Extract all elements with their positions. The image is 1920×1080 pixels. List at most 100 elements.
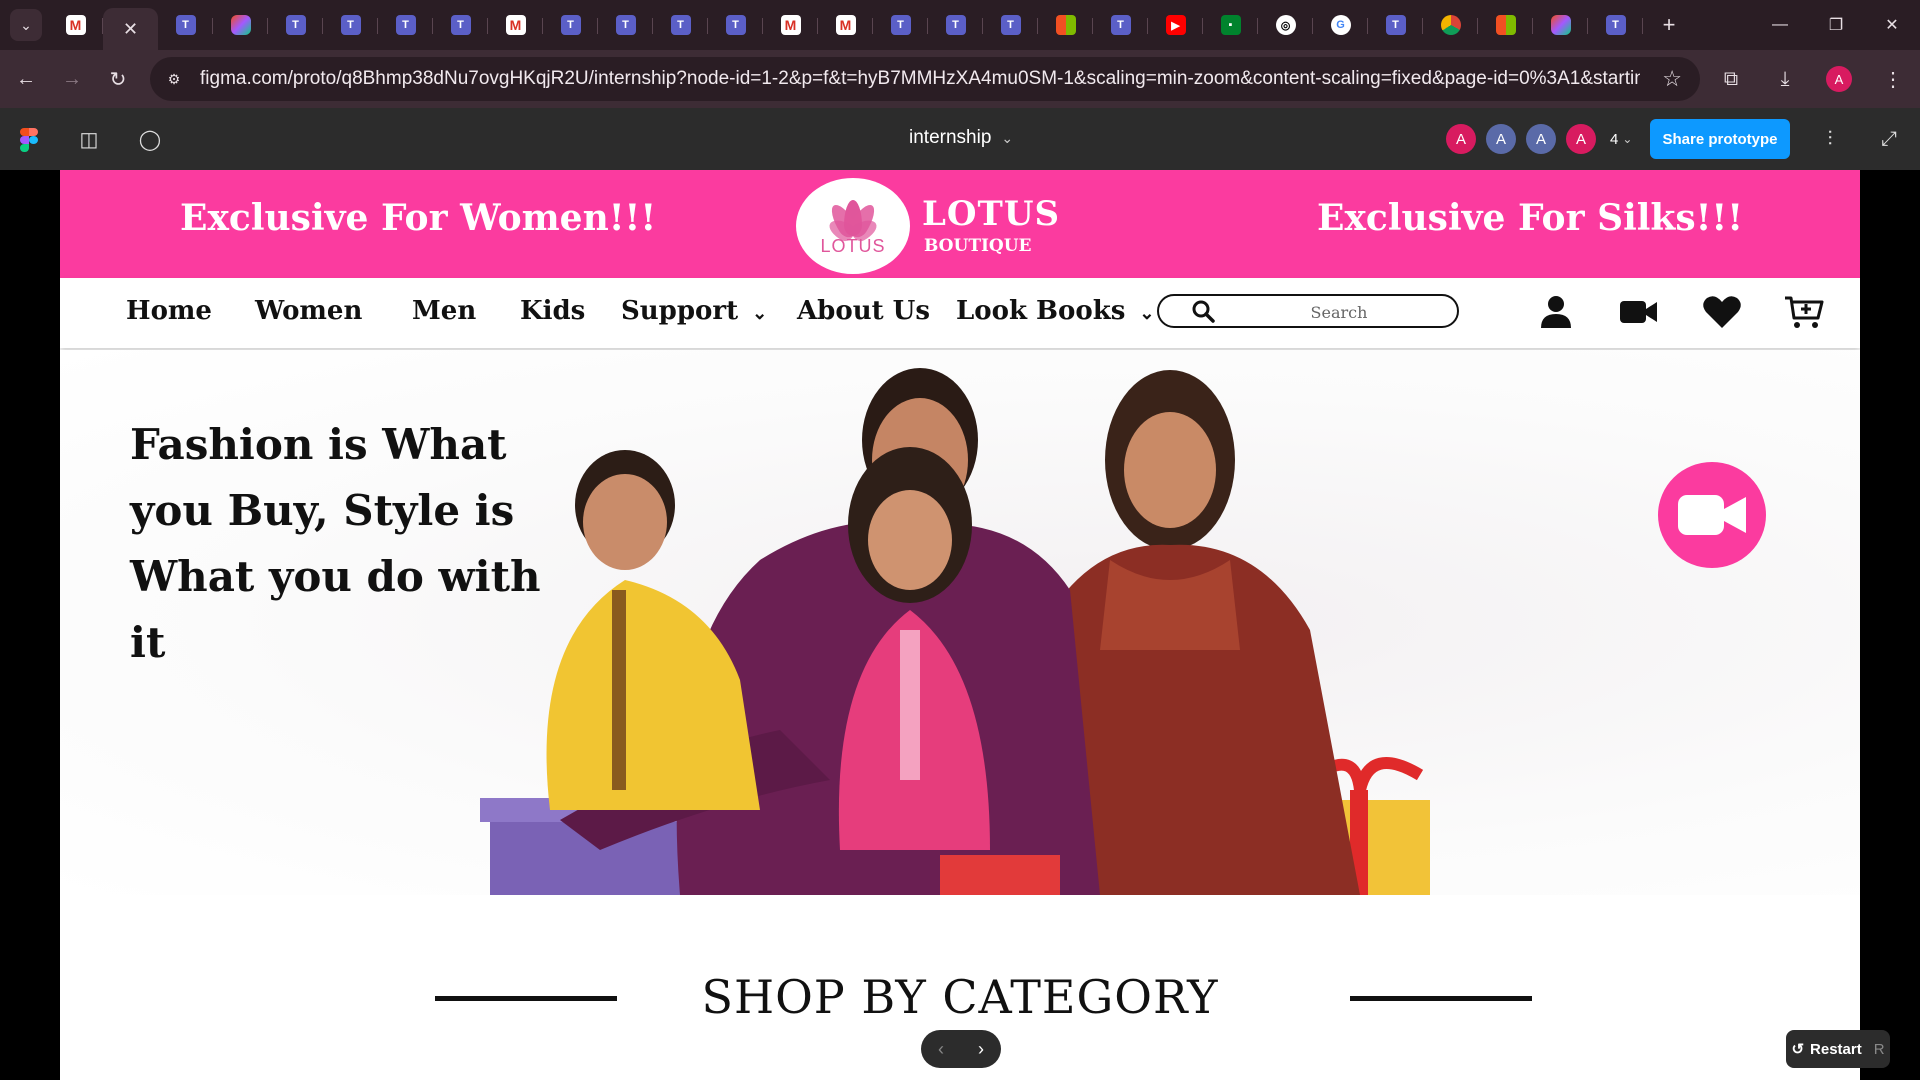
browser-tab[interactable]: T [1093, 6, 1148, 44]
browser-tab[interactable]: M [763, 6, 818, 44]
menu-kebab-icon[interactable]: ⋮ [1866, 67, 1920, 92]
file-name: internship [909, 127, 992, 148]
chrome-icon [1440, 15, 1461, 35]
browser-tab[interactable] [213, 6, 268, 44]
profile-avatar[interactable]: A [1826, 66, 1852, 92]
browser-tab[interactable]: M [818, 6, 873, 44]
wishlist-heart-icon[interactable] [1700, 290, 1744, 334]
browser-tab[interactable]: ◎ [1258, 6, 1313, 44]
browser-tab[interactable]: T [1368, 6, 1423, 44]
nav-kids[interactable]: Kids [520, 296, 585, 326]
browser-tab[interactable]: ✕ [103, 8, 158, 50]
browser-tab[interactable]: T [873, 6, 928, 44]
site-info-icon[interactable]: ⚙ [160, 65, 188, 93]
expand-icon[interactable]: ⤢ [1874, 124, 1904, 154]
site-search[interactable] [1157, 294, 1459, 328]
nav-support-label: Support [621, 296, 739, 326]
browser-tab[interactable]: T [598, 6, 653, 44]
downloads-icon[interactable]: ⤓ [1758, 68, 1812, 91]
search-input[interactable] [1239, 300, 1439, 324]
restart-icon: ↺ [1791, 1041, 1805, 1058]
restore-button[interactable]: ❐ [1808, 0, 1864, 50]
microsoft-icon [1495, 15, 1516, 35]
lotus-logo[interactable]: LOTUS [796, 178, 910, 274]
browser-tab[interactable]: ▪ [1203, 6, 1258, 44]
reload-button[interactable]: ↻ [98, 59, 138, 99]
video-call-icon[interactable] [1616, 290, 1660, 334]
next-frame-icon[interactable]: › [978, 1039, 984, 1060]
previous-frame-icon[interactable]: ‹ [938, 1039, 944, 1060]
settings-sliders-icon[interactable]: ⫶ [1815, 124, 1845, 154]
avatar[interactable]: A [1526, 124, 1556, 154]
avatar-count[interactable]: 4 [1610, 131, 1618, 148]
comment-icon[interactable]: ◯ [135, 124, 165, 154]
file-name-menu[interactable]: internship ⌄ [909, 127, 1013, 149]
teams-icon: T [285, 15, 306, 35]
browser-tab[interactable]: T [1588, 6, 1643, 44]
bookmark-star-icon[interactable]: ☆ [1662, 66, 1682, 92]
nav-women[interactable]: Women [255, 296, 362, 326]
browser-tab[interactable]: T [983, 6, 1038, 44]
teams-icon: T [560, 15, 581, 35]
cart-add-icon[interactable] [1782, 290, 1826, 334]
tab-search-button[interactable]: ⌄ [10, 9, 42, 41]
extensions-icon[interactable]: ⧉ [1704, 68, 1758, 91]
new-tab-button[interactable]: + [1651, 7, 1687, 43]
browser-tab[interactable]: T [653, 6, 708, 44]
teams-icon: T [945, 15, 966, 35]
browser-tab[interactable] [1533, 6, 1588, 44]
restart-button[interactable]: ↺ Restart R [1786, 1030, 1890, 1068]
minimize-button[interactable]: — [1752, 0, 1808, 50]
nav-about-us[interactable]: About Us [797, 296, 930, 326]
back-button[interactable]: ← [6, 59, 46, 99]
nav-support-dropdown[interactable]: Support ⌄ [621, 296, 767, 326]
browser-tab[interactable]: T [323, 6, 378, 44]
browser-tab[interactable] [1423, 6, 1478, 44]
url-text[interactable]: figma.com/proto/q8Bhmp38dNu7ovgHKqjR2U/i… [200, 68, 1640, 90]
prototype-frame-navigator: ‹ › [921, 1030, 1001, 1068]
browser-tab[interactable]: M [48, 6, 103, 44]
browser-tab[interactable]: T [543, 6, 598, 44]
browser-tab[interactable]: ▶ [1148, 6, 1203, 44]
browser-tab[interactable]: M [488, 6, 543, 44]
share-prototype-button[interactable]: Share prototype [1650, 119, 1790, 159]
brand-name: LOTUS BOUTIQUE [922, 194, 1060, 256]
chevron-down-icon[interactable]: ⌄ [1622, 132, 1632, 146]
youtube-icon: ▶ [1165, 15, 1186, 35]
teams-icon: T [450, 15, 471, 35]
close-icon[interactable]: ✕ [123, 19, 138, 40]
browser-tab[interactable]: T [708, 6, 763, 44]
nav-home[interactable]: Home [126, 296, 212, 326]
browser-tab[interactable]: G [1313, 6, 1368, 44]
avatar[interactable]: A [1446, 124, 1476, 154]
address-bar: ← → ↻ ⚙ figma.com/proto/q8Bhmp38dNu7ovgH… [0, 50, 1920, 108]
browser-tab[interactable]: T [268, 6, 323, 44]
sidebar-toggle-icon[interactable]: ◫ [74, 124, 104, 154]
teams-icon: T [1110, 15, 1131, 35]
meet-icon: ▪ [1220, 15, 1241, 35]
figma-logo-icon[interactable] [20, 128, 38, 152]
browser-tab[interactable]: T [928, 6, 983, 44]
nav-men[interactable]: Men [412, 296, 476, 326]
browser-tab[interactable] [1038, 6, 1093, 44]
gmail-icon: M [780, 15, 801, 35]
prototype-frame: Exclusive For Women!!! LOTUS LOTUS BOUTI… [60, 170, 1860, 1080]
omnibox[interactable]: ⚙ figma.com/proto/q8Bhmp38dNu7ovgHKqjR2U… [150, 57, 1700, 101]
avatar[interactable]: A [1566, 124, 1596, 154]
browser-tab[interactable]: T [433, 6, 488, 44]
video-call-fab[interactable] [1658, 462, 1766, 568]
browser-tab[interactable]: T [378, 6, 433, 44]
close-window-button[interactable]: ✕ [1864, 0, 1920, 50]
google-icon: G [1330, 15, 1351, 35]
collaborator-avatars[interactable]: A A A A 4 ⌄ [1446, 124, 1632, 154]
teams-icon: T [890, 15, 911, 35]
browser-tab[interactable]: T [158, 6, 213, 44]
logo-wordmark: LOTUS [820, 235, 886, 256]
search-icon[interactable] [1191, 299, 1215, 323]
user-account-icon[interactable] [1534, 290, 1578, 334]
nav-look-books-dropdown[interactable]: Look Books ⌄ [956, 296, 1154, 326]
forward-button[interactable]: → [52, 59, 92, 99]
avatar[interactable]: A [1486, 124, 1516, 154]
browser-tab[interactable] [1478, 6, 1533, 44]
promo-banner: Exclusive For Women!!! LOTUS LOTUS BOUTI… [60, 170, 1860, 278]
